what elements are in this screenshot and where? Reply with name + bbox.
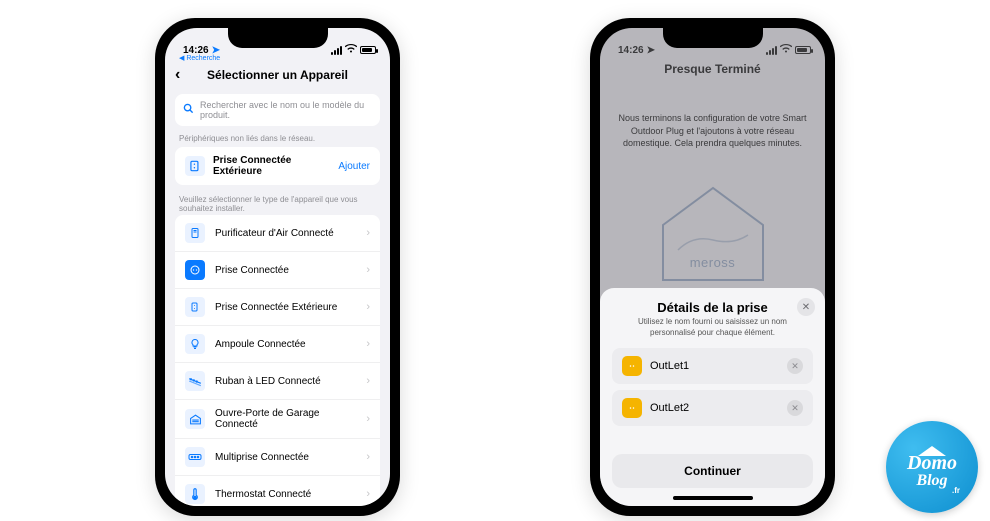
logo-line2: Blog (916, 473, 947, 489)
battery-icon (360, 46, 376, 54)
outlet-input[interactable]: OutLet2 ✕ (612, 390, 813, 426)
outlet-list: OutLet1 ✕ OutLet2 ✕ (612, 348, 813, 426)
list-item[interactable]: Ouvre-Porte de Garage Connecté › (175, 400, 380, 439)
outlet-icon (622, 356, 642, 376)
list-item-label: Prise Connectée Extérieure (215, 302, 356, 313)
chevron-right-icon: › (366, 338, 370, 350)
power-strip-icon (185, 447, 205, 467)
chevron-right-icon: › (366, 264, 370, 276)
list-item[interactable]: Thermostat Connecté › (175, 476, 380, 506)
clear-icon[interactable]: ✕ (787, 358, 803, 374)
status-time: 14:26 (618, 45, 644, 56)
sheet-subtitle: Utilisez le nom fourni ou saisissez un n… (612, 317, 813, 338)
search-placeholder: Rechercher avec le nom ou le modèle du p… (200, 100, 372, 120)
list-item[interactable]: Ruban à LED Connecté › (175, 363, 380, 400)
list-item[interactable]: Prise Connectée Extérieure › (175, 289, 380, 326)
bottom-sheet: ✕ Détails de la prise Utilisez le nom fo… (600, 288, 825, 506)
chevron-right-icon: › (366, 375, 370, 387)
battery-icon (795, 46, 811, 54)
wifi-icon (345, 44, 357, 56)
led-strip-icon (185, 371, 205, 391)
brand-text: meross (653, 255, 773, 270)
logo-line1: Domo (907, 453, 957, 473)
chevron-right-icon: › (366, 488, 370, 500)
list-item[interactable]: Ampoule Connectée › (175, 326, 380, 363)
location-icon: ➤ (647, 45, 655, 56)
page-title: Presque Terminé (664, 62, 760, 76)
bulb-icon (185, 334, 205, 354)
select-type-caption: Veuillez sélectionner le type de l'appar… (165, 191, 390, 215)
watermark-logo: Domo Blog .fr (886, 421, 978, 513)
phone-frame-left: 14:26 ➤ ◀ Recherche ‹ Sélectionner un Ap… (155, 18, 400, 516)
search-input[interactable]: Rechercher avec le nom ou le modèle du p… (175, 94, 380, 126)
setup-message: Nous terminons la configuration de votre… (618, 112, 807, 150)
smart-plug-icon (185, 260, 205, 280)
list-item-label: Prise Connectée (215, 265, 356, 276)
device-type-list: Purificateur d'Air Connecté › Prise Conn… (175, 215, 380, 506)
nav-bar: Presque Terminé (600, 56, 825, 82)
cellular-icon (331, 46, 342, 55)
list-item[interactable]: Prise Connectée › (175, 252, 380, 289)
nav-bar: ‹ Sélectionner un Appareil (165, 62, 390, 88)
outlet-name: OutLet1 (650, 360, 779, 372)
home-indicator[interactable] (673, 496, 753, 500)
phone-frame-right: 14:26 ➤ Presque Terminé Nous terminons l… (590, 18, 835, 516)
outlet-icon (622, 398, 642, 418)
outlet-name: OutLet2 (650, 402, 779, 414)
cellular-icon (766, 46, 777, 55)
chevron-right-icon: › (366, 413, 370, 425)
list-item-label: Purificateur d'Air Connecté (215, 228, 356, 239)
sheet-title: Détails de la prise (612, 300, 813, 315)
list-item-label: Ouvre-Porte de Garage Connecté (215, 408, 356, 430)
outdoor-plug-icon (185, 297, 205, 317)
clear-icon[interactable]: ✕ (787, 400, 803, 416)
list-item-label: Thermostat Connecté (215, 489, 356, 500)
notch (663, 28, 763, 48)
unlinked-device-card[interactable]: Prise Connectée Extérieure Ajouter (175, 147, 380, 185)
chevron-right-icon: › (366, 451, 370, 463)
thermostat-icon (185, 484, 205, 504)
search-icon (183, 103, 194, 117)
screen-left: 14:26 ➤ ◀ Recherche ‹ Sélectionner un Ap… (165, 28, 390, 506)
unlinked-device-label: Prise Connectée Extérieure (213, 155, 330, 177)
back-button[interactable]: ‹ (175, 66, 180, 84)
wifi-icon (780, 44, 792, 56)
setup-body: Nous terminons la configuration de votre… (600, 82, 825, 290)
list-item[interactable]: Purificateur d'Air Connecté › (175, 215, 380, 252)
garage-icon (185, 409, 205, 429)
unlinked-caption: Périphériques non liés dans le réseau. (165, 130, 390, 145)
outdoor-plug-icon (185, 156, 205, 176)
notch (228, 28, 328, 48)
air-purifier-icon (185, 223, 205, 243)
chevron-right-icon: › (366, 301, 370, 313)
screen-right: 14:26 ➤ Presque Terminé Nous terminons l… (600, 28, 825, 506)
chevron-right-icon: › (366, 227, 370, 239)
list-item[interactable]: Multiprise Connectée › (175, 439, 380, 476)
add-button[interactable]: Ajouter (338, 161, 370, 172)
house-illustration: meross (653, 180, 773, 290)
continue-button[interactable]: Continuer (612, 454, 813, 488)
page-title: Sélectionner un Appareil (207, 68, 348, 82)
list-item-label: Multiprise Connectée (215, 452, 356, 463)
list-item-label: Ruban à LED Connecté (215, 376, 356, 387)
list-item-label: Ampoule Connectée (215, 339, 356, 350)
outlet-input[interactable]: OutLet1 ✕ (612, 348, 813, 384)
logo-suffix: .fr (952, 486, 960, 495)
